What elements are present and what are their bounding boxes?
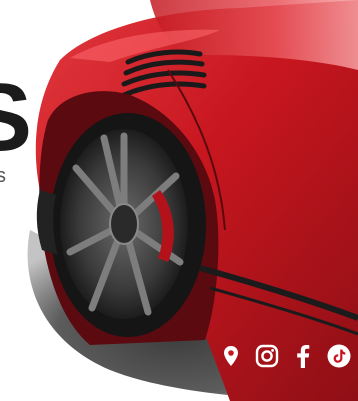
social-icons-bar	[218, 342, 352, 370]
facebook-icon[interactable]	[290, 343, 316, 369]
instagram-icon[interactable]	[254, 343, 280, 369]
red-sports-car-image	[27, 0, 358, 401]
tiktok-icon[interactable]	[326, 343, 352, 369]
headline-fragment: S	[0, 70, 32, 166]
hero-section: S s	[0, 0, 358, 401]
location-pin-icon[interactable]	[218, 343, 244, 369]
subline-fragment: s	[0, 165, 6, 187]
